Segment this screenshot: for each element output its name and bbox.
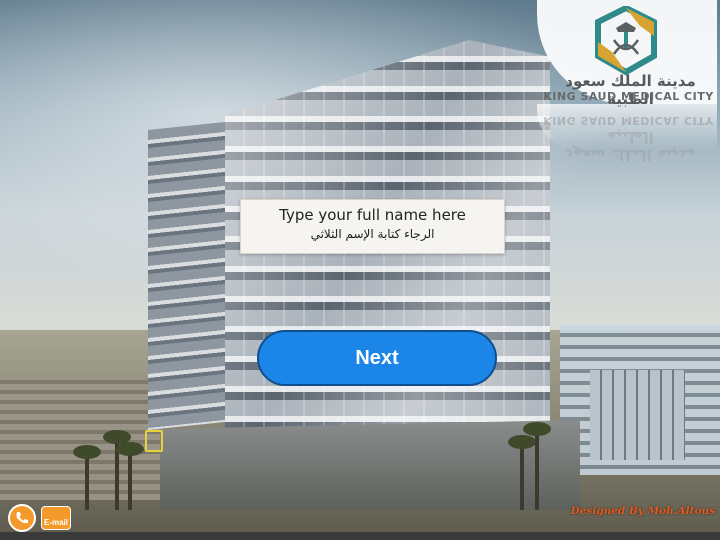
bottom-bar xyxy=(0,532,720,540)
full-name-input[interactable]: Type your full name here الرجاء كتابة ال… xyxy=(240,199,505,254)
tower-podium xyxy=(160,420,580,510)
phone-icon xyxy=(16,512,28,524)
palm-tree xyxy=(73,445,101,510)
palm-tree xyxy=(508,435,536,510)
ksmc-emblem-icon xyxy=(595,6,657,76)
designer-credit: Designed By Moh.Altous xyxy=(570,505,715,517)
logo-name-english-reflection: KING SAUD MEDICAL CITY xyxy=(543,114,714,127)
logo-name-english: KING SAUD MEDICAL CITY xyxy=(543,90,714,103)
palm-tree xyxy=(116,442,144,510)
name-prompt-english: Type your full name here xyxy=(279,206,466,224)
name-prompt-arabic: الرجاء كتابة الإسم الثلاثي xyxy=(310,227,435,241)
logo-name-arabic-reflection: مدينة الملك سعود الطبية xyxy=(565,128,696,164)
next-button[interactable]: Next xyxy=(257,330,497,386)
right-building-2 xyxy=(590,370,685,460)
yellow-marker xyxy=(145,430,163,452)
phone-button[interactable] xyxy=(8,504,36,532)
email-button[interactable]: E-mail xyxy=(41,506,71,530)
tower-side xyxy=(148,121,233,431)
palm-tree xyxy=(523,422,551,510)
parking-structure xyxy=(0,380,160,500)
